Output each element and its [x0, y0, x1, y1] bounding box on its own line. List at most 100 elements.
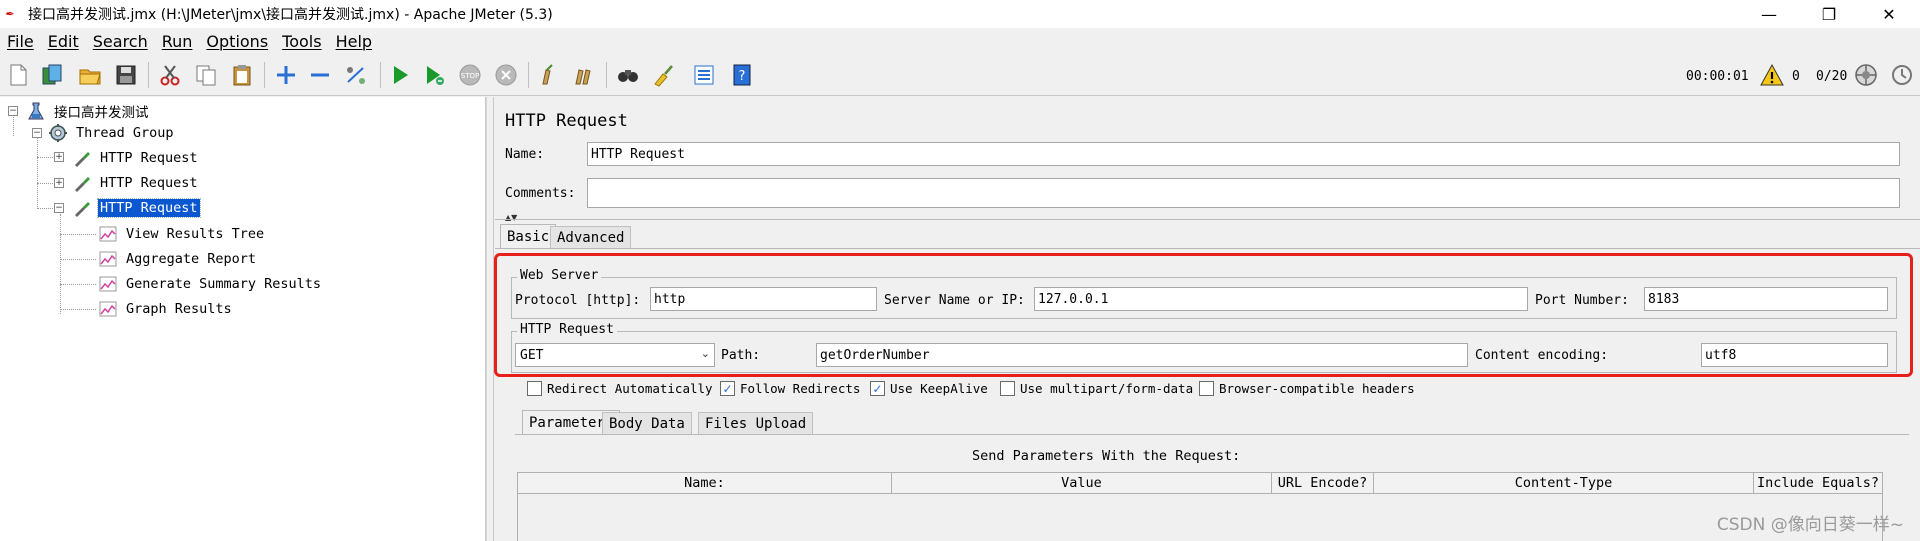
sampler-pipette-icon [72, 173, 92, 193]
sampler-pipette-icon [72, 148, 92, 168]
tree-node-http-request[interactable]: HTTP Request [72, 147, 200, 169]
test-plan-tree[interactable]: − 接口高并发测试 − Thread Group + HTTP Request … [0, 97, 486, 541]
listener-graph-icon [98, 249, 118, 269]
expand-icon[interactable] [272, 61, 300, 89]
maximize-button[interactable]: ❐ [1802, 0, 1856, 28]
checkbox-unchecked-icon [1000, 381, 1015, 396]
search-icon[interactable] [614, 61, 642, 89]
clear-all-icon[interactable] [570, 61, 598, 89]
svg-text:STOP: STOP [461, 72, 479, 80]
copy-icon[interactable] [192, 61, 220, 89]
menu-options[interactable]: Options [206, 32, 268, 51]
tree-node-listener[interactable]: Graph Results [98, 298, 234, 320]
tree-collapse-toggle[interactable]: − [8, 106, 18, 116]
start-icon[interactable] [386, 61, 414, 89]
csdn-watermark: CSDN @像向日葵一样~ [1716, 515, 1904, 535]
log-viewer-icon[interactable] [1888, 61, 1916, 89]
window-title: 接口高并发测试.jmx (H:\JMeter\jmx\接口高并发测试.jmx) … [28, 7, 553, 23]
tree-collapse-toggle[interactable]: − [32, 128, 42, 138]
menu-bar: File Edit Search Run Options Tools Help [0, 28, 1920, 54]
templates-icon[interactable] [38, 61, 66, 89]
comments-field[interactable] [587, 178, 1900, 208]
close-button[interactable]: ✕ [1862, 0, 1916, 28]
split-pane-divider[interactable] [486, 97, 494, 541]
tree-label: Generate Summary Results [126, 276, 322, 292]
name-field[interactable]: HTTP Request [587, 142, 1900, 166]
menu-run[interactable]: Run [162, 32, 193, 51]
save-icon[interactable] [112, 61, 140, 89]
tree-collapse-toggle[interactable]: − [54, 203, 64, 213]
tree-label: HTTP Request [97, 198, 201, 218]
parameters-caption: Send Parameters With the Request: [972, 448, 1241, 464]
open-icon[interactable] [76, 61, 104, 89]
tree-node-listener[interactable]: Generate Summary Results [98, 273, 323, 295]
divider-arrows-icon[interactable]: ▲▼ [505, 213, 517, 222]
tree-label: View Results Tree [126, 226, 265, 242]
minimize-button[interactable]: — [1742, 0, 1796, 28]
tree-expand-toggle[interactable]: + [54, 152, 64, 162]
parameters-table[interactable] [517, 494, 1883, 541]
reset-search-icon[interactable] [650, 61, 678, 89]
menu-tools[interactable]: Tools [282, 32, 321, 51]
help-icon[interactable]: ? [728, 61, 756, 89]
collapse-icon[interactable] [306, 61, 334, 89]
tree-label: 接口高并发测试 [54, 105, 149, 121]
function-helper-icon[interactable] [690, 61, 718, 89]
shutdown-icon[interactable] [492, 61, 520, 89]
checkmark-icon: ✓ [720, 381, 735, 396]
tab-advanced[interactable]: Advanced [550, 226, 632, 248]
paste-icon[interactable] [228, 61, 256, 89]
clear-icon[interactable] [534, 61, 562, 89]
cut-icon[interactable] [156, 61, 184, 89]
tree-node-thread-group[interactable]: Thread Group [48, 122, 176, 144]
menu-search[interactable]: Search [93, 32, 148, 51]
follow-redirects-checkbox[interactable]: ✓ Follow Redirects [720, 381, 860, 396]
tree-node-listener[interactable]: View Results Tree [98, 223, 266, 245]
test-plan-flask-icon [26, 101, 46, 121]
warning-icon[interactable] [1758, 61, 1786, 89]
menu-file[interactable]: File [7, 32, 34, 51]
svg-text:?: ? [739, 69, 746, 84]
remote-status-icon[interactable] [1852, 61, 1880, 89]
tab-files-upload[interactable]: Files Upload [698, 412, 814, 434]
panel-title: HTTP Request [505, 111, 628, 131]
listener-graph-icon [98, 299, 118, 319]
tree-label: HTTP Request [100, 175, 198, 191]
tree-node-test-plan[interactable]: 接口高并发测试 [26, 100, 151, 122]
tree-label: HTTP Request [100, 150, 198, 166]
checkbox-label: Browser-compatible headers [1219, 381, 1415, 396]
comments-label: Comments: [505, 186, 576, 201]
name-label: Name: [505, 147, 545, 162]
checkbox-label: Follow Redirects [740, 381, 861, 396]
use-keepalive-checkbox[interactable]: ✓ Use KeepAlive [870, 381, 988, 396]
tree-node-http-request[interactable]: HTTP Request [72, 172, 200, 194]
tree-node-listener[interactable]: Aggregate Report [98, 248, 258, 270]
toolbar: STOP ? 00:00:01 0 0/20 [0, 56, 1920, 96]
tree-label: Aggregate Report [126, 251, 257, 267]
redirect-automatically-checkbox[interactable]: Redirect Automatically [527, 381, 713, 396]
menu-edit[interactable]: Edit [48, 32, 79, 51]
new-icon[interactable] [4, 61, 32, 89]
checkbox-unchecked-icon [1199, 381, 1214, 396]
tree-expand-toggle[interactable]: + [54, 178, 64, 188]
column-include-equals[interactable]: Include Equals? [1753, 472, 1883, 494]
column-url-encode[interactable]: URL Encode? [1271, 472, 1374, 494]
menu-help[interactable]: Help [336, 32, 372, 51]
tab-body-data[interactable]: Body Data [602, 412, 692, 434]
tree-label: Graph Results [126, 301, 232, 317]
browser-compatible-headers-checkbox[interactable]: Browser-compatible headers [1199, 381, 1415, 396]
checkbox-label: Use multipart/form-data [1020, 381, 1194, 396]
stop-icon[interactable]: STOP [456, 61, 484, 89]
tab-basic[interactable]: Basic [500, 224, 557, 248]
toggle-icon[interactable] [342, 61, 370, 89]
column-content-type[interactable]: Content-Type [1373, 472, 1754, 494]
start-no-pause-icon[interactable] [420, 61, 448, 89]
elapsed-time: 00:00:01 [1686, 68, 1749, 84]
active-threads: 0/20 [1816, 68, 1848, 84]
use-multipart-checkbox[interactable]: Use multipart/form-data [1000, 381, 1193, 396]
title-bar: ✒ 接口高并发测试.jmx (H:\JMeter\jmx\接口高并发测试.jmx… [0, 0, 1920, 28]
tree-node-http-request-selected[interactable]: HTTP Request [72, 197, 201, 219]
column-value[interactable]: Value [891, 472, 1272, 494]
highlight-annotation [494, 253, 1913, 377]
column-name[interactable]: Name: [517, 472, 892, 494]
